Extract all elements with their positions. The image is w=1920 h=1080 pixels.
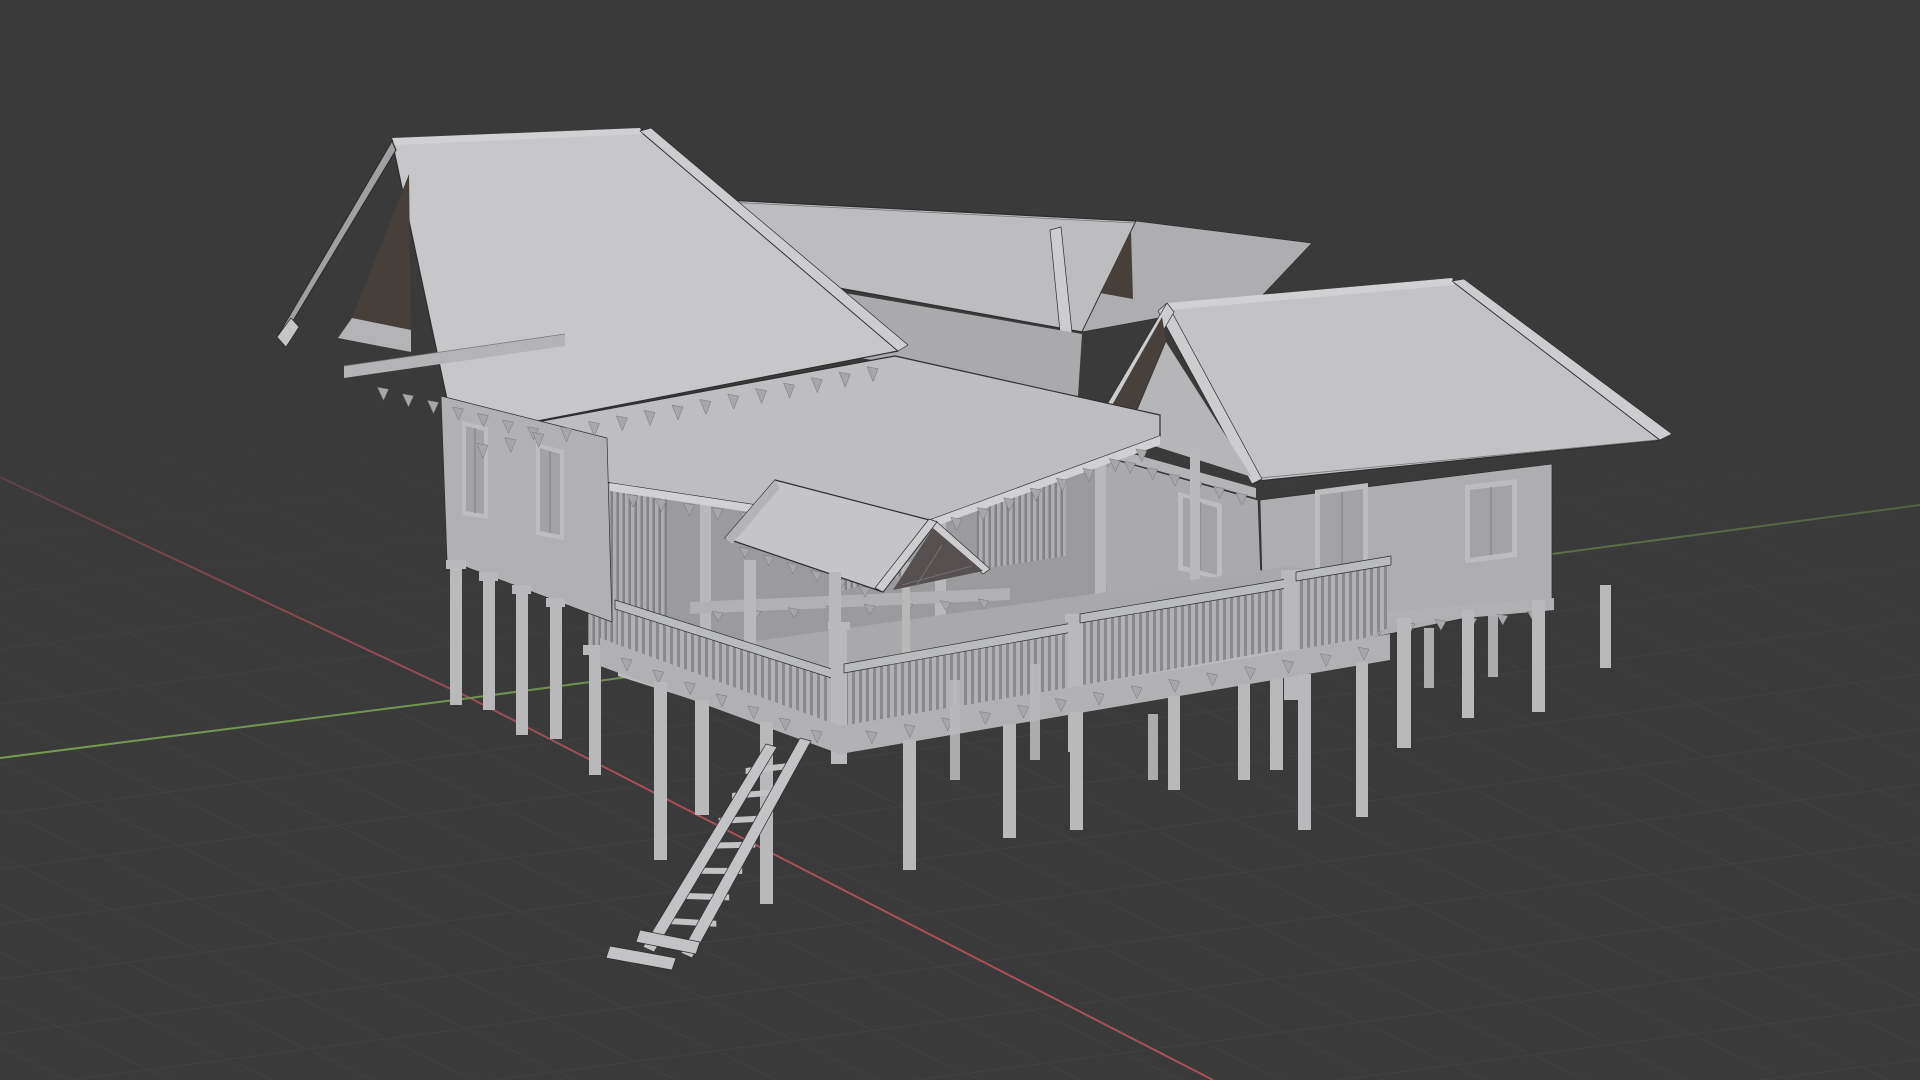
left-wall-window-2 <box>536 443 564 540</box>
right-side-window-2 <box>1465 479 1517 563</box>
viewport-3d[interactable] <box>0 0 1920 1080</box>
left-wall-window-1 <box>462 421 488 519</box>
railing-corner-post-3 <box>1284 574 1299 700</box>
